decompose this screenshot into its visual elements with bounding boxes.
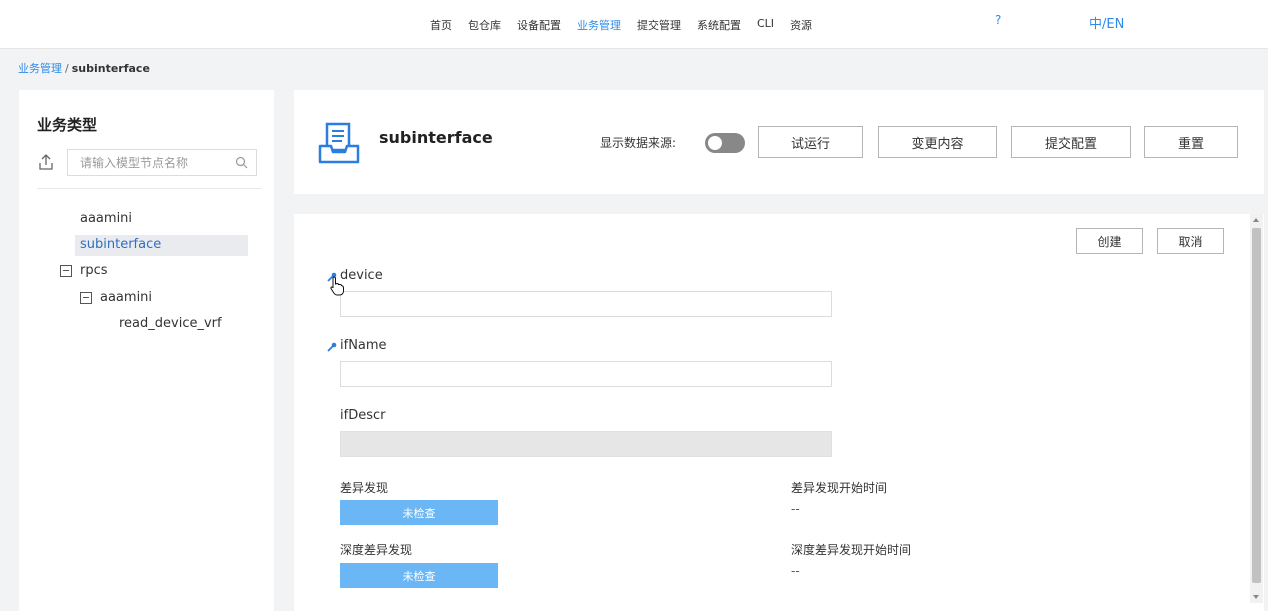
tree-item-subinterface[interactable]: subinterface [75, 235, 248, 256]
nav-item-commit-management[interactable]: 提交管理 [637, 17, 681, 33]
breadcrumb-separator: / [65, 62, 69, 75]
nav-item-device-config[interactable]: 设备配置 [517, 17, 561, 33]
nav-item-home[interactable]: 首页 [430, 17, 452, 33]
nav-item-service-management[interactable]: 业务管理 [577, 17, 621, 33]
submit-config-button[interactable]: 提交配置 [1011, 126, 1131, 158]
sidebar-title: 业务类型 [37, 116, 98, 134]
tree-search-box [67, 149, 257, 176]
form-scrollbar[interactable] [1250, 214, 1263, 603]
deep-diff-status-button[interactable]: 未检查 [340, 563, 498, 588]
tree-item-rpcs[interactable]: rpcs [80, 263, 108, 278]
breadcrumb: 业务管理 / subinterface [18, 60, 150, 76]
scroll-thumb[interactable] [1252, 228, 1261, 583]
nav-item-cli[interactable]: CLI [757, 17, 774, 33]
top-nav: 首页 包仓库 设备配置 业务管理 提交管理 系统配置 CLI 资源 ? 中/EN [0, 0, 1268, 49]
model-form-card: 创建 取消 device ifName ifDescr 差异发现 未检查 差异发… [294, 214, 1264, 611]
diff-start-label: 差异发现开始时间 [791, 481, 888, 495]
tree-search-input[interactable] [68, 150, 223, 175]
model-tray-icon [318, 122, 360, 164]
device-input[interactable] [340, 291, 832, 317]
nav-item-resources[interactable]: 资源 [790, 17, 812, 33]
nav-item-system-config[interactable]: 系统配置 [697, 17, 741, 33]
tree-item-aaamini[interactable]: aaamini [80, 211, 132, 226]
language-switch[interactable]: 中/EN [1089, 13, 1124, 32]
tree-item-rpcs-aaamini[interactable]: aaamini [100, 290, 152, 305]
hand-cursor-icon [330, 276, 344, 296]
key-icon [327, 342, 337, 352]
ifname-input[interactable] [340, 361, 832, 387]
scroll-down-icon[interactable] [1253, 595, 1259, 599]
dry-run-button[interactable]: 试运行 [758, 126, 863, 158]
diff-start-value: -- [791, 502, 800, 516]
breadcrumb-parent-link[interactable]: 业务管理 [18, 62, 62, 75]
diff-status-button[interactable]: 未检查 [340, 500, 498, 525]
minus-box-icon[interactable] [60, 265, 72, 277]
datasource-label: 显示数据来源: [600, 136, 677, 150]
ifdescr-input [340, 431, 832, 457]
help-link[interactable]: ? [995, 13, 1001, 27]
cancel-button[interactable]: 取消 [1157, 228, 1224, 254]
sidebar-divider [37, 188, 262, 189]
breadcrumb-current: subinterface [71, 62, 150, 75]
diff-content-button[interactable]: 变更内容 [878, 126, 997, 158]
deep-diff-start-label: 深度差异发现开始时间 [791, 543, 912, 557]
field-label-device: device [340, 268, 383, 283]
model-tree-panel: 业务类型 aaamini subinterface rpcs aaamini r… [19, 90, 274, 611]
upload-icon[interactable] [39, 154, 53, 170]
field-label-ifdescr: ifDescr [340, 408, 386, 423]
datasource-toggle[interactable] [705, 133, 745, 153]
nav-menu: 首页 包仓库 设备配置 业务管理 提交管理 系统配置 CLI 资源 [430, 17, 828, 33]
create-button[interactable]: 创建 [1076, 228, 1143, 254]
deep-diff-start-value: -- [791, 564, 800, 578]
reset-button[interactable]: 重置 [1144, 126, 1238, 158]
nav-item-package-repo[interactable]: 包仓库 [468, 17, 501, 33]
model-header-card: subinterface 显示数据来源: 试运行 变更内容 提交配置 重置 [294, 90, 1264, 194]
search-icon[interactable] [235, 156, 248, 169]
scroll-up-icon[interactable] [1253, 218, 1259, 222]
model-title: subinterface [379, 128, 493, 147]
diff-label: 差异发现 [340, 481, 389, 495]
field-label-ifname: ifName [340, 338, 387, 353]
deep-diff-label: 深度差异发现 [340, 543, 413, 557]
tree-item-read-device-vrf[interactable]: read_device_vrf [119, 316, 222, 331]
toggle-knob [708, 136, 722, 150]
minus-box-icon[interactable] [80, 292, 92, 304]
